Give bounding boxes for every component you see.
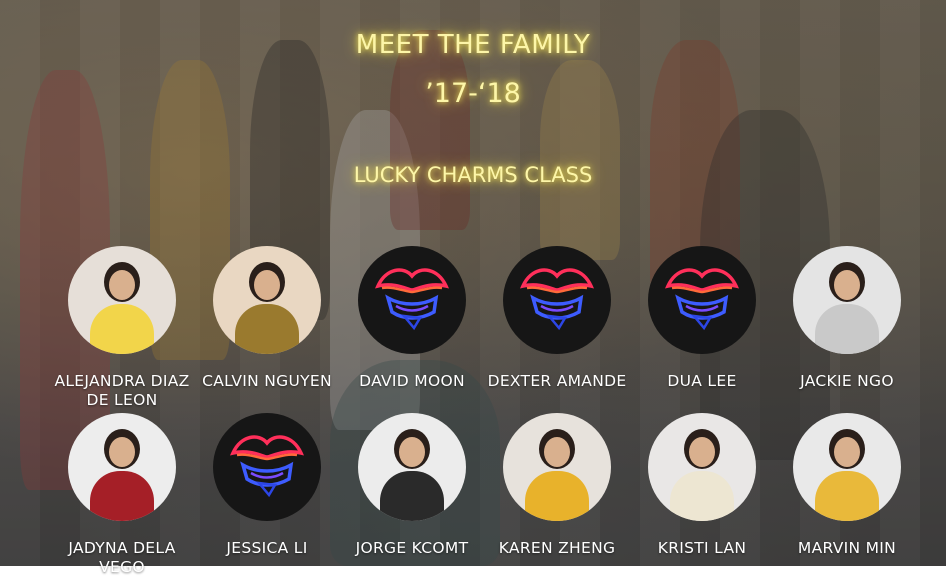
avatar-face [834,270,860,300]
member-card[interactable]: JADYNA DELA VEGO [49,413,195,577]
avatar-torso [380,471,444,521]
member-avatar[interactable] [793,246,901,354]
member-name: DAVID MOON [359,372,465,390]
member-name: DEXTER AMANDE [487,372,627,390]
avatar-face [254,270,280,300]
member-name: JESSICA LI [226,539,308,557]
member-name: MARVIN MIN [797,539,897,557]
member-card[interactable]: ALEJANDRA DIAZ DE LEON [49,246,195,410]
avatar-torso [525,471,589,521]
member-avatar[interactable] [213,246,321,354]
lips-logo-avatar[interactable] [358,246,466,354]
avatar-face [109,270,135,300]
class-title: LUCKY CHARMS CLASS [353,163,593,187]
avatar-torso [90,471,154,521]
lips-logo-avatar[interactable] [503,246,611,354]
avatar-face [544,437,570,467]
member-name: ALEJANDRA DIAZ DE LEON [54,372,190,409]
member-card[interactable]: DAVID MOON [339,246,485,391]
avatar-torso [815,471,879,521]
member-name: JACKIE NGO [800,372,894,390]
avatar-torso [815,304,879,354]
lips-logo-avatar[interactable] [648,246,756,354]
background-figure [390,30,470,230]
member-card[interactable]: JESSICA LI [194,413,340,558]
member-avatar[interactable] [68,413,176,521]
member-name: CALVIN NGUYEN [202,372,332,390]
lips-logo-avatar[interactable] [213,413,321,521]
lips-logo-icon [231,435,303,497]
lips-logo-icon [521,268,593,330]
member-card[interactable]: KAREN ZHENG [484,413,630,558]
member-card[interactable]: MARVIN MIN [774,413,920,558]
member-name: KRISTI LAN [657,539,747,557]
member-avatar[interactable] [503,413,611,521]
lips-logo-icon [376,268,448,330]
member-name: JADYNA DELA VEGO [68,539,176,576]
member-card[interactable]: KRISTI LAN [629,413,775,558]
avatar-torso [670,471,734,521]
member-name: JORGE KCOMT [355,539,469,557]
avatar-face [399,437,425,467]
member-avatar[interactable] [68,246,176,354]
avatar-face [834,437,860,467]
member-card[interactable]: JACKIE NGO [774,246,920,391]
avatar-torso [235,304,299,354]
member-name: DUA LEE [667,372,737,390]
member-name: KAREN ZHENG [498,539,616,557]
member-avatar[interactable] [358,413,466,521]
avatar-face [109,437,135,467]
member-avatar[interactable] [648,413,756,521]
lips-logo-icon [666,268,738,330]
member-card[interactable]: CALVIN NGUYEN [194,246,340,391]
member-card[interactable]: JORGE KCOMT [339,413,485,558]
avatar-face [689,437,715,467]
member-card[interactable]: DUA LEE [629,246,775,391]
member-avatar[interactable] [793,413,901,521]
year-subtitle: ’17-‘18 [425,78,521,109]
avatar-torso [90,304,154,354]
page-title: MEET THE FAMILY [355,30,591,60]
member-card[interactable]: DEXTER AMANDE [484,246,630,391]
